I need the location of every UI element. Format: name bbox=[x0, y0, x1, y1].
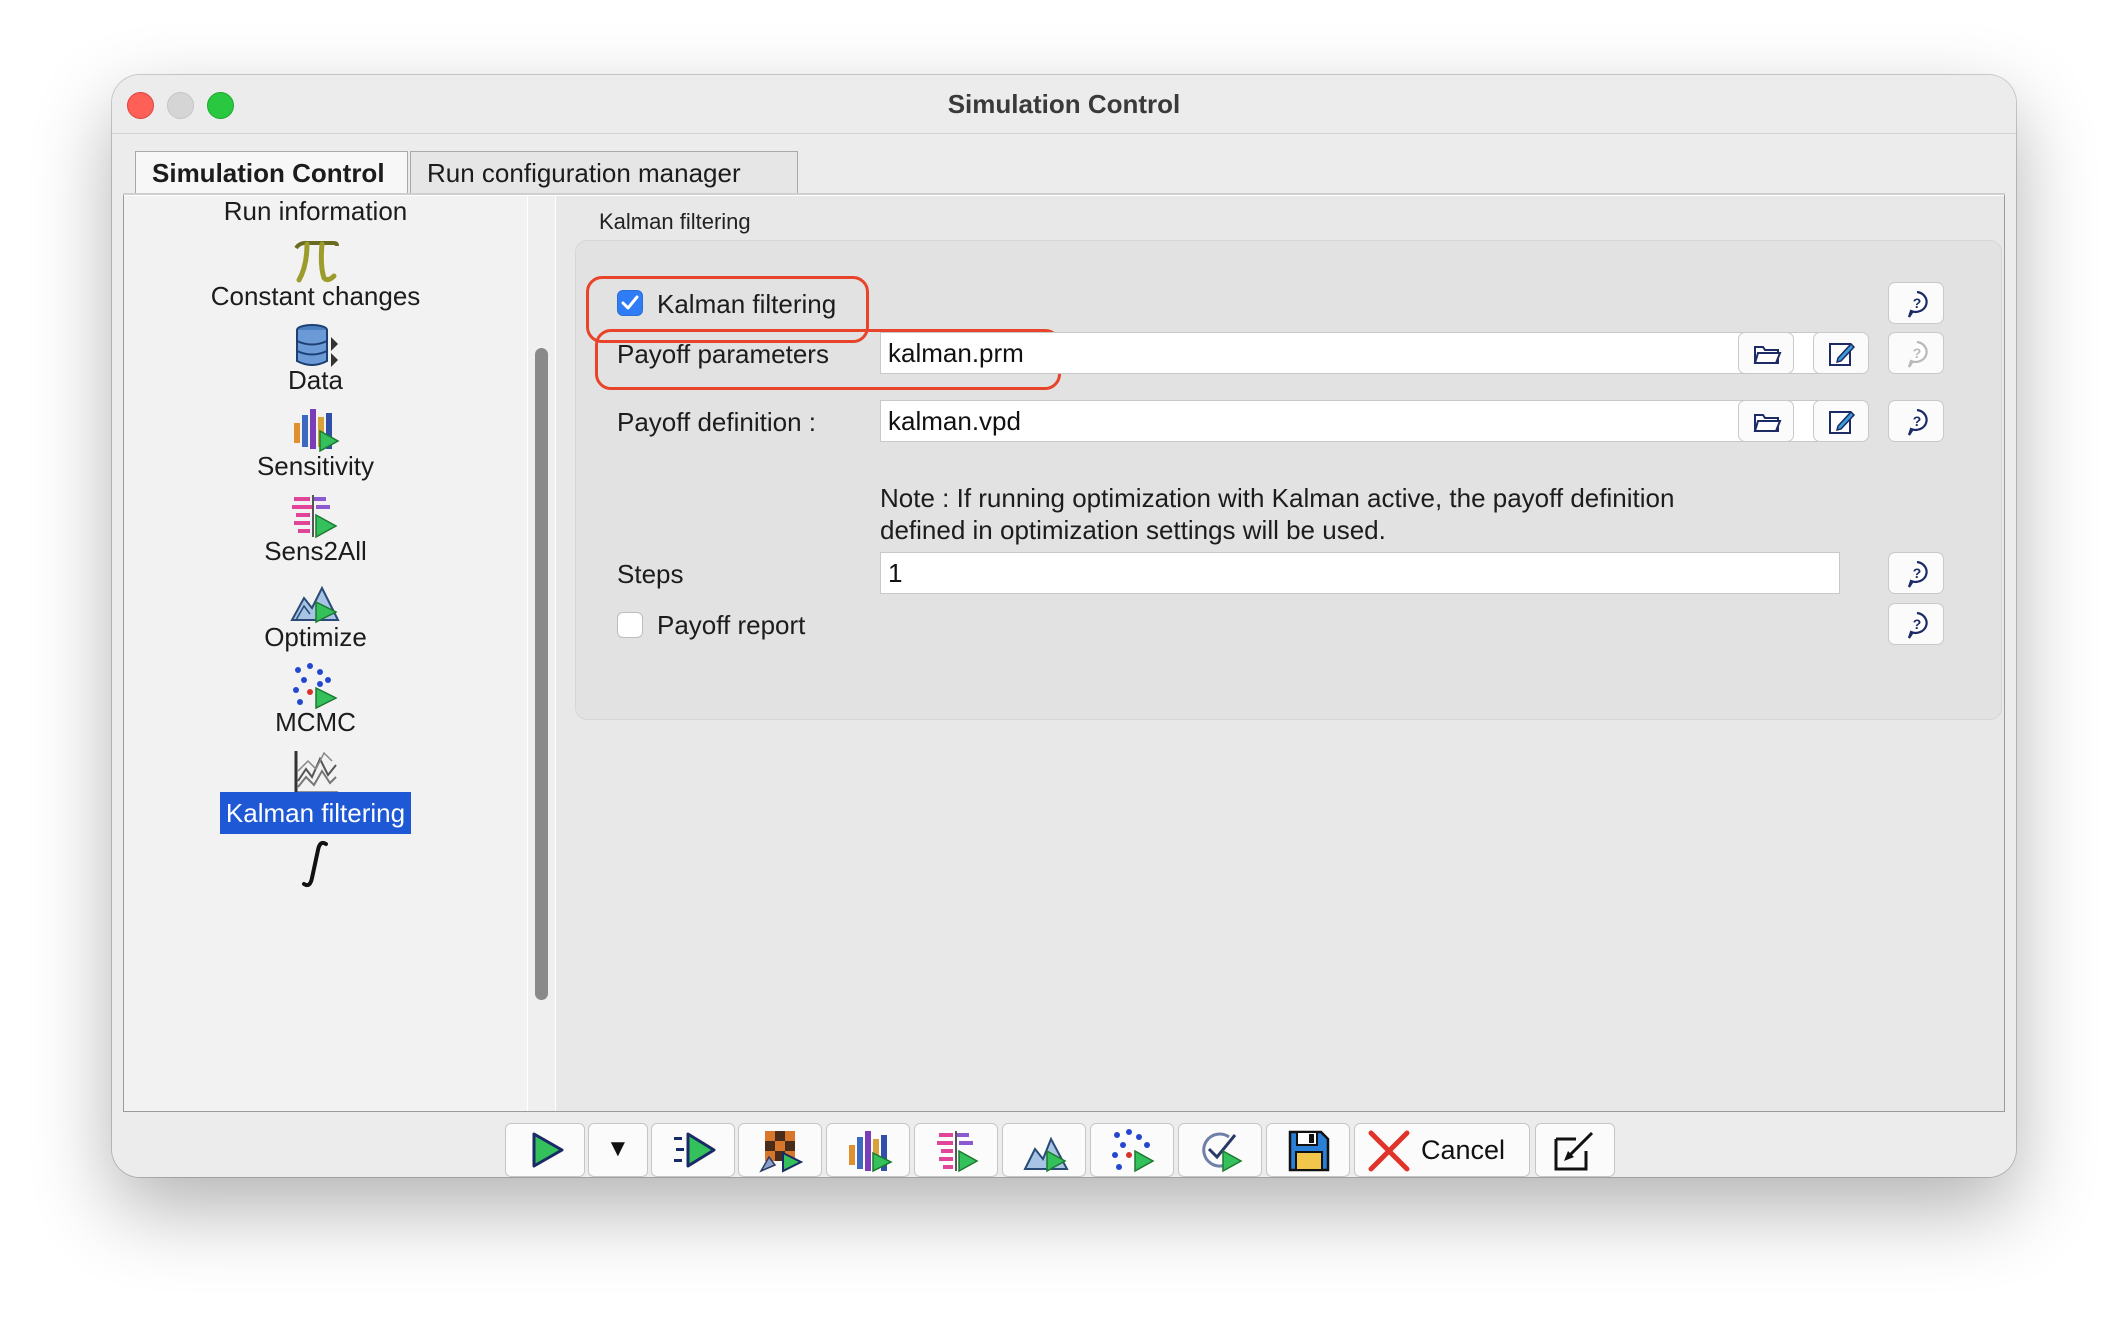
help-bubble-icon: ? bbox=[1907, 560, 1928, 588]
steps-label: Steps bbox=[617, 559, 684, 589]
note-line-2: defined in optimization settings will be… bbox=[880, 515, 1386, 545]
edit-payoff-parameters-button[interactable] bbox=[1813, 332, 1869, 374]
payoff-report-checkbox[interactable] bbox=[617, 612, 643, 638]
run-simulation-button[interactable] bbox=[505, 1123, 585, 1177]
sidebar-item-label: Constant changes bbox=[210, 281, 421, 311]
help-button-steps[interactable]: ? bbox=[1888, 552, 1944, 594]
red-x-icon bbox=[1368, 1130, 1410, 1172]
run-options-dropdown-button[interactable]: ▼ bbox=[588, 1123, 648, 1177]
payoff-definition-label: Payoff definition : bbox=[617, 407, 816, 437]
kalman-filtering-checkbox[interactable] bbox=[617, 290, 643, 316]
data-bars-icon bbox=[849, 1131, 893, 1173]
payoff-parameters-input[interactable]: kalman.prm bbox=[880, 332, 1840, 374]
export-arrow-icon bbox=[1554, 1131, 1594, 1171]
browse-payoff-definition-button[interactable] bbox=[1738, 400, 1794, 442]
tab-divider bbox=[123, 193, 2005, 195]
sidebar-item-sensitivity[interactable]: Sensitivity bbox=[124, 449, 507, 543]
sidebar-item-label: Sensitivity bbox=[256, 451, 375, 481]
window-title: Simulation Control bbox=[947, 89, 1181, 119]
help-button-payoff-parameters[interactable]: ? bbox=[1888, 332, 1944, 374]
optimization-note: Note : If running optimization with Kalm… bbox=[880, 482, 1830, 546]
note-line-1: Note : If running optimization with Kalm… bbox=[880, 483, 1675, 513]
help-button-payoff-definition[interactable]: ? bbox=[1888, 400, 1944, 442]
group-title: Kalman filtering bbox=[599, 209, 751, 234]
floppy-disk-icon bbox=[1288, 1130, 1330, 1172]
help-button-payoff-report[interactable]: ? bbox=[1888, 603, 1944, 645]
tab-run-configuration-manager[interactable]: Run configuration manager bbox=[410, 151, 798, 193]
checkerboard-play-icon bbox=[759, 1131, 804, 1173]
steps-input[interactable]: 1 bbox=[880, 552, 1840, 594]
scatter-play-icon bbox=[1112, 1129, 1155, 1173]
run-data-button[interactable] bbox=[826, 1123, 910, 1177]
chevron-down-icon: ▼ bbox=[606, 1135, 630, 1162]
sidebar-item-sens2all[interactable]: Sens2All bbox=[124, 534, 507, 628]
checkmark-icon bbox=[621, 295, 639, 310]
svg-text:?: ? bbox=[1913, 295, 1922, 311]
sidebar-item-run-information[interactable]: Run information bbox=[124, 196, 507, 288]
svg-text:?: ? bbox=[1913, 565, 1922, 581]
folder-icon bbox=[1753, 414, 1782, 432]
step-run-button[interactable] bbox=[651, 1123, 735, 1177]
edit-payoff-definition-button[interactable] bbox=[1813, 400, 1869, 442]
sidebar: Run information Constant changes Data Se… bbox=[124, 196, 527, 1111]
sidebar-item-label: Run information bbox=[223, 196, 408, 226]
sidebar-item-label: Sens2All bbox=[264, 536, 367, 566]
help-button-kalman[interactable]: ? bbox=[1888, 282, 1944, 324]
mountain-play-icon bbox=[1023, 1136, 1069, 1173]
help-bubble-icon: ? bbox=[1907, 408, 1928, 436]
check-play-icon bbox=[1202, 1132, 1243, 1173]
run-optimize-button[interactable] bbox=[1090, 1123, 1174, 1177]
save-button[interactable] bbox=[1266, 1123, 1350, 1177]
run-check-button[interactable] bbox=[1178, 1123, 1262, 1177]
sidebar-item-constant-changes[interactable]: Constant changes bbox=[124, 279, 507, 373]
sidebar-item-data[interactable]: Data bbox=[124, 363, 507, 457]
kalman-filtering-label: Kalman filtering bbox=[657, 289, 837, 319]
svg-text:?: ? bbox=[1913, 413, 1922, 429]
svg-text:?: ? bbox=[1913, 616, 1922, 632]
sidebar-item-optimize[interactable]: Optimize bbox=[124, 620, 507, 714]
simulation-control-window: Simulation Control Simulation Control Ru… bbox=[112, 75, 2016, 1177]
step-play-icon bbox=[674, 1132, 716, 1168]
cancel-button-label: Cancel bbox=[1421, 1135, 1506, 1165]
edit-pencil-icon bbox=[1829, 342, 1856, 366]
svg-text:?: ? bbox=[1913, 345, 1922, 361]
tab-simulation-control[interactable]: Simulation Control bbox=[135, 151, 408, 193]
help-bubble-icon: ? bbox=[1907, 611, 1928, 639]
title-bar: Simulation Control bbox=[112, 75, 2016, 134]
sidebar-scrollbar[interactable] bbox=[528, 196, 555, 1111]
payoff-parameters-label: Payoff parameters bbox=[617, 339, 829, 369]
sidebar-item-label: Optimize bbox=[264, 622, 367, 652]
game-mode-button[interactable] bbox=[738, 1123, 822, 1177]
run-sensitivity-button[interactable] bbox=[914, 1123, 998, 1177]
sidebar-item-kalman-filtering[interactable]: Kalman filtering bbox=[124, 792, 507, 890]
help-bubble-icon: ? bbox=[1907, 290, 1928, 318]
cancel-button[interactable]: Cancel bbox=[1354, 1123, 1530, 1177]
payoff-definition-input[interactable]: kalman.vpd bbox=[880, 400, 1840, 442]
payoff-report-label: Payoff report bbox=[657, 610, 806, 640]
sidebar-item-label: Kalman filtering bbox=[219, 792, 412, 834]
help-bubble-icon: ? bbox=[1907, 340, 1928, 368]
edit-pencil-icon bbox=[1829, 410, 1856, 434]
run-sens2all-button[interactable] bbox=[1002, 1123, 1086, 1177]
apply-close-button[interactable] bbox=[1535, 1123, 1615, 1177]
sidebar-scroll-thumb[interactable] bbox=[535, 348, 548, 1000]
folder-icon bbox=[1753, 346, 1782, 364]
integral-icon bbox=[301, 840, 328, 888]
browse-payoff-parameters-button[interactable] bbox=[1738, 332, 1794, 374]
sidebar-item-mcmc[interactable]: MCMC bbox=[124, 705, 507, 799]
sidebar-item-label: MCMC bbox=[275, 707, 356, 737]
sensitivity-icon bbox=[937, 1131, 979, 1173]
sidebar-item-label: Data bbox=[288, 365, 343, 395]
play-icon bbox=[532, 1132, 564, 1168]
